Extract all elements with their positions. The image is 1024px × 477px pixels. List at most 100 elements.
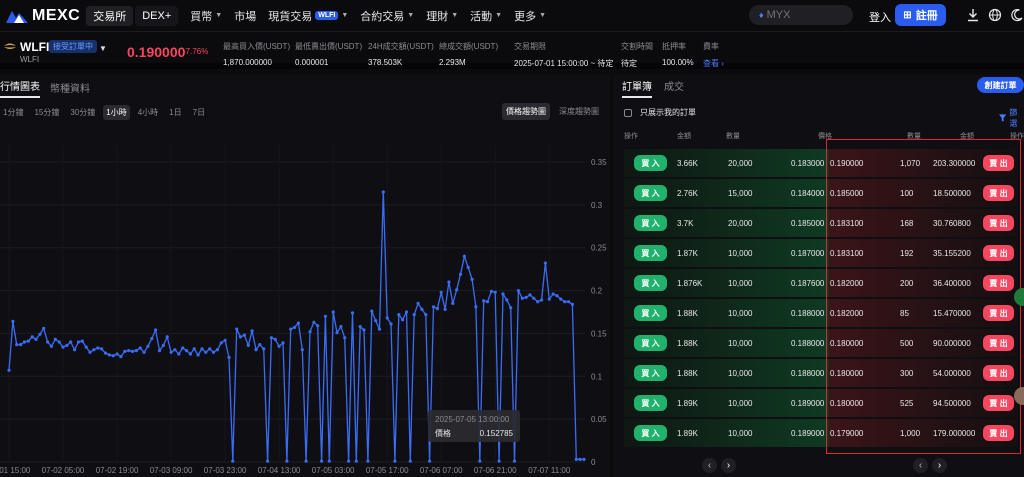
moon-icon[interactable]	[1010, 8, 1024, 22]
price-point	[219, 341, 223, 345]
stat-highest-bid: 最高買入價(USDT) 1,870.000000	[223, 41, 290, 67]
buy-price: 0.185000	[791, 219, 825, 228]
y-tick-label: 0.25	[591, 244, 607, 253]
checkbox[interactable]	[624, 108, 632, 117]
ticker-price: 0.190000	[127, 44, 186, 60]
sell-next-page[interactable]: ›	[932, 458, 947, 473]
register-button[interactable]: ⊞ 註冊	[895, 4, 946, 26]
sell-button[interactable]: 賣 出	[983, 305, 1014, 321]
buy-button[interactable]: 買 入	[634, 335, 667, 351]
sell-button[interactable]: 賣 出	[983, 395, 1014, 411]
y-tick-label: 0	[591, 458, 596, 467]
sell-price: 0.179000	[830, 429, 864, 438]
tooltip-time: 2025-07-05 13:00:00	[435, 415, 510, 424]
chevron-down-icon: ▼	[451, 12, 459, 19]
buy-qty: 10,000	[728, 249, 753, 258]
price-point	[127, 349, 131, 353]
create-order-button[interactable]: 創建訂單	[977, 77, 1024, 93]
nav-item-futures[interactable]: 合約交易 ▼	[360, 8, 414, 24]
price-point	[161, 343, 165, 347]
buy-price: 0.188000	[791, 309, 825, 318]
buy-next-page[interactable]: ›	[721, 458, 736, 473]
nav-item-events[interactable]: 活動 ▼	[470, 8, 502, 24]
sell-button[interactable]: 賣 出	[983, 185, 1014, 201]
price-point	[547, 297, 551, 301]
buy-button[interactable]: 買 入	[634, 245, 667, 261]
sell-button[interactable]: 賣 出	[983, 365, 1014, 381]
price-point	[497, 459, 501, 463]
ticker-symbol[interactable]: WLFI	[20, 40, 49, 54]
buy-prev-page[interactable]: ‹	[702, 458, 717, 473]
sell-qty: 168	[900, 219, 914, 228]
price-point	[223, 338, 227, 342]
price-point	[308, 330, 312, 334]
stat-label: 費率	[703, 42, 719, 51]
nav-item-earn[interactable]: 理財 ▼	[426, 8, 458, 24]
tab-exchange[interactable]: 交易所	[86, 5, 134, 26]
buy-price: 0.183000	[791, 159, 825, 168]
price-point	[215, 348, 219, 352]
buy-button[interactable]: 買 入	[634, 155, 667, 171]
y-tick-label: 0.2	[591, 287, 603, 296]
buy-button[interactable]: 買 入	[634, 365, 667, 381]
globe-icon[interactable]	[988, 8, 1002, 22]
price-point	[196, 353, 200, 357]
download-icon[interactable]	[966, 8, 980, 22]
x-tick-label: 07-01 15:00	[0, 466, 31, 475]
buy-button[interactable]: 買 入	[634, 305, 667, 321]
price-point	[366, 459, 370, 463]
price-point	[540, 298, 544, 302]
header-buy-qty: 數量	[726, 133, 740, 140]
price-point	[88, 350, 92, 354]
nav-item-spot[interactable]: 現貨交易 WLFI ▼	[268, 8, 348, 24]
sell-price: 0.182000	[830, 279, 864, 288]
filter-button[interactable]: 篩選	[999, 107, 1024, 129]
tab-orderbook[interactable]: 訂單簿	[622, 78, 652, 98]
chevron-down-icon: ▼	[215, 12, 223, 19]
buy-button[interactable]: 買 入	[634, 185, 667, 201]
tab-dex[interactable]: DEX+	[135, 5, 179, 26]
my-orders-label: 只展示我的訂單	[640, 108, 696, 117]
sell-button[interactable]: 賣 出	[983, 335, 1014, 351]
buy-button[interactable]: 買 入	[634, 215, 667, 231]
sell-button[interactable]: 賣 出	[983, 245, 1014, 261]
sell-qty: 85	[900, 309, 909, 318]
search-box[interactable]: ♦	[749, 5, 853, 25]
sell-button[interactable]: 賣 出	[983, 275, 1014, 291]
price-point	[416, 301, 420, 305]
price-point	[293, 325, 297, 329]
tooltip-label: 價格	[435, 428, 451, 438]
buy-button[interactable]: 買 入	[634, 425, 667, 441]
price-point	[277, 344, 281, 348]
buy-button[interactable]: 買 入	[634, 275, 667, 291]
login-link[interactable]: 登入	[869, 9, 891, 25]
price-point	[258, 343, 262, 347]
nav-item-more[interactable]: 更多 ▼	[514, 8, 546, 24]
search-input[interactable]	[766, 9, 837, 21]
price-point	[435, 307, 439, 311]
nav-item-markets[interactable]: 市場	[234, 8, 256, 24]
y-tick-label: 0.05	[591, 415, 607, 424]
sell-button[interactable]: 賣 出	[983, 425, 1014, 441]
price-point	[385, 316, 389, 320]
buy-price: 0.187600	[791, 279, 825, 288]
price-point	[61, 345, 65, 349]
price-point	[11, 319, 15, 323]
chevron-down-icon[interactable]: ▼	[99, 44, 107, 53]
price-point	[412, 313, 416, 317]
my-orders-toggle[interactable]: 只展示我的訂單	[624, 107, 696, 118]
sell-qty: 100	[900, 189, 914, 198]
buy-button[interactable]: 買 入	[634, 395, 667, 411]
x-tick-label: 07-04 13:00	[258, 466, 301, 475]
tab-trades[interactable]: 成交	[664, 78, 684, 98]
buy-amount: 3.7K	[677, 219, 694, 228]
mexc-logo[interactable]: MEXC	[6, 7, 80, 25]
nav-item-buy-crypto[interactable]: 買幣 ▼	[190, 8, 222, 24]
sell-prev-page[interactable]: ‹	[913, 458, 928, 473]
fee-view-link[interactable]: 查看 ›	[703, 58, 724, 69]
price-point	[451, 301, 455, 305]
header-sell-amount: 金額	[960, 133, 974, 140]
sell-button[interactable]: 賣 出	[983, 155, 1014, 171]
sell-button[interactable]: 賣 出	[983, 215, 1014, 231]
price-chart[interactable]: 0.35 0.3 0.25 0.2 0.15 0.1 0.05 0 07-01 15:00 07-…	[0, 75, 610, 477]
